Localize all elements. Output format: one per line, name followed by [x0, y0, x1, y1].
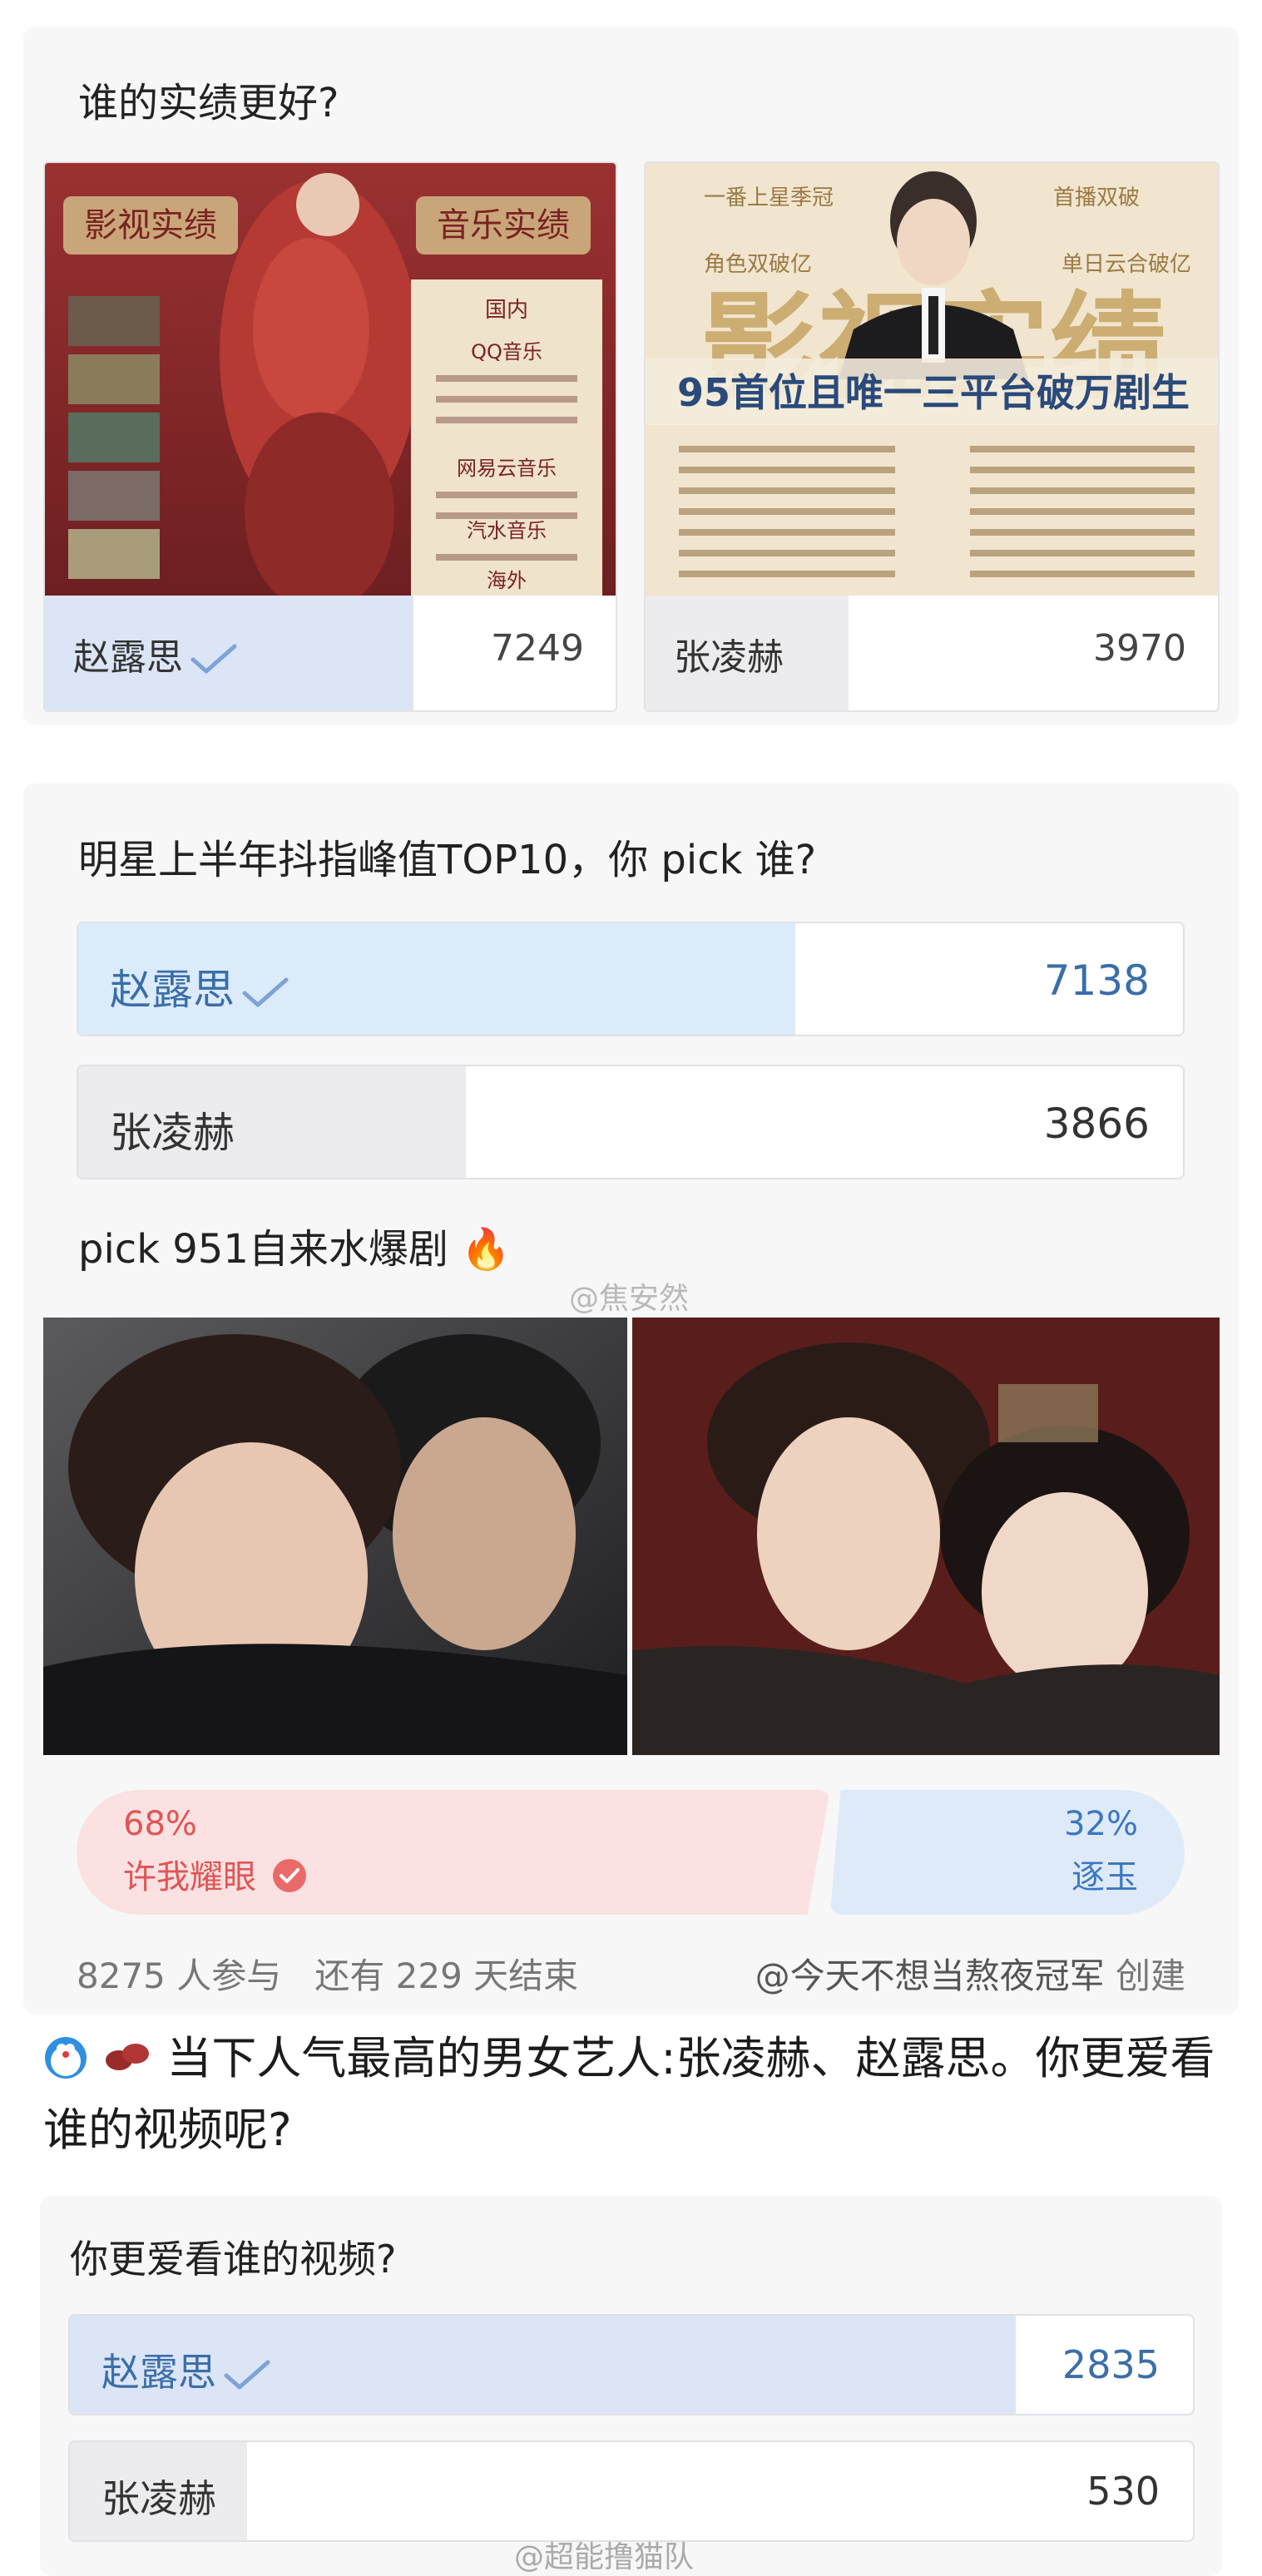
beans-emoji-icon — [106, 2044, 150, 2070]
creator-link[interactable]: @今天不想当熬夜冠军 — [755, 1955, 1105, 1996]
poll-title: 谁的实绩更好? — [78, 80, 339, 126]
poll-option-zhao[interactable]: 赵露思 2835 — [68, 2314, 1195, 2415]
check-circle-icon — [272, 1859, 306, 1892]
poster-service-2: 网易云音乐 — [457, 457, 557, 480]
check-icon — [224, 2360, 270, 2389]
left-percent: 68% — [123, 1805, 197, 1843]
poster-subheadline: 95首位且唯一三平台破万剧生 — [677, 370, 1190, 415]
poster-left-header: 影视实绩 — [84, 206, 217, 245]
poll-card-2: 明星上半年抖指峰值TOP10，你 pick 谁? 赵露思 7138 张凌赫 38… — [23, 784, 1239, 2015]
poll-option-zhang[interactable]: 张凌赫 3866 — [77, 1065, 1185, 1179]
option-name: 赵露思 — [101, 2350, 216, 2395]
vote-bar: 赵露思 7249 — [45, 596, 616, 710]
poster-stills — [68, 296, 160, 579]
poll-card-1: 谁的实绩更好? 影视实绩 音乐实绩 国内 QQ音乐 网易云音乐 汽水音乐 海外 … — [23, 27, 1239, 725]
vote-count: 7249 — [491, 627, 584, 670]
right-option-name: 逐玉 — [1071, 1858, 1138, 1896]
vote-bar: 张凌赫 3970 — [646, 596, 1218, 710]
poster-image: 影视实绩 音乐实绩 国内 QQ音乐 网易云音乐 汽水音乐 海外 — [45, 163, 616, 596]
participants-count: 8275 人参与 — [77, 1955, 282, 1996]
check-icon — [242, 977, 289, 1006]
poll-3-title: pick 951自来水爆剧 — [78, 1226, 448, 1273]
option-name: 张凌赫 — [101, 2476, 216, 2521]
doraemon-emoji-icon — [45, 2037, 87, 2079]
poll-option-zhao[interactable]: 影视实绩 音乐实绩 国内 QQ音乐 网易云音乐 汽水音乐 海外 赵露思 7249 — [43, 161, 617, 712]
vote-count: 3866 — [1043, 1100, 1150, 1148]
poster-figure — [220, 173, 419, 596]
option-name: 赵露思 — [73, 636, 183, 679]
left-option-name: 许我耀眼 — [123, 1858, 256, 1896]
poll-option-zhang[interactable]: 张凌赫 530 — [68, 2440, 1195, 2542]
option-name: 张凌赫 — [674, 636, 784, 679]
poster-domestic-label: 国内 — [485, 298, 528, 323]
versus-bar: 68% 许我耀眼 32% 逐玉 — [77, 1790, 1185, 1915]
poster-service-1: QQ音乐 — [471, 340, 542, 363]
poster-top-right: 首播双破 — [1053, 185, 1140, 210]
poll-title: 你更爱看谁的视频? — [70, 2237, 397, 2282]
poll-title: 明星上半年抖指峰值TOP10，你 pick 谁? — [78, 837, 817, 883]
vote-count: 2835 — [1062, 2342, 1160, 2387]
poster-abroad-label: 海外 — [487, 569, 527, 592]
option-name: 张凌赫 — [110, 1109, 235, 1157]
poll-card-4: 你更爱看谁的视频? 赵露思 2835 张凌赫 530 @超能撸猫队 — [40, 2196, 1222, 2576]
poster-banner-left: 角色双破亿 — [704, 252, 812, 277]
right-percent: 32% — [1064, 1805, 1138, 1843]
poster-right-header: 音乐实绩 — [437, 206, 570, 245]
poll-option-zhang[interactable]: 一番上星季冠 首播双破 角色双破亿 单日云合破亿 影视实绩 95首位且唯一三平台… — [644, 161, 1220, 712]
vote-count: 7138 — [1043, 957, 1150, 1005]
flame-icon: 🔥 — [461, 1226, 511, 1273]
poster-top-left: 一番上星季冠 — [704, 185, 834, 210]
vote-count: 530 — [1086, 2469, 1160, 2514]
watermark: @焦安然 — [569, 1282, 690, 1316]
poster-banner-right: 单日云合破亿 — [1062, 252, 1191, 277]
poster-image: 一番上星季冠 首播双破 角色双破亿 单日云合破亿 影视实绩 95首位且唯一三平台… — [646, 163, 1218, 596]
poster-service-3: 汽水音乐 — [467, 519, 547, 542]
vote-count: 3970 — [1093, 627, 1186, 670]
option-name: 赵露思 — [110, 966, 235, 1014]
post-body: 当下人气最高的男女艺人:张凌赫、赵露思。你更爱看谁的视频呢? — [43, 2032, 1215, 2156]
drama-image-right — [632, 1318, 1220, 1755]
drama-image-left — [43, 1318, 627, 1755]
check-icon — [191, 644, 237, 674]
poll-option-zhao[interactable]: 赵露思 7138 — [77, 922, 1185, 1036]
created-label: 创建 — [1115, 1955, 1185, 1996]
watermark: @超能撸猫队 — [514, 2540, 695, 2574]
post-text: 当下人气最高的男女艺人:张凌赫、赵露思。你更爱看谁的视频呢? — [43, 2023, 1225, 2166]
remaining-time: 还有 229 天结束 — [314, 1955, 579, 1996]
